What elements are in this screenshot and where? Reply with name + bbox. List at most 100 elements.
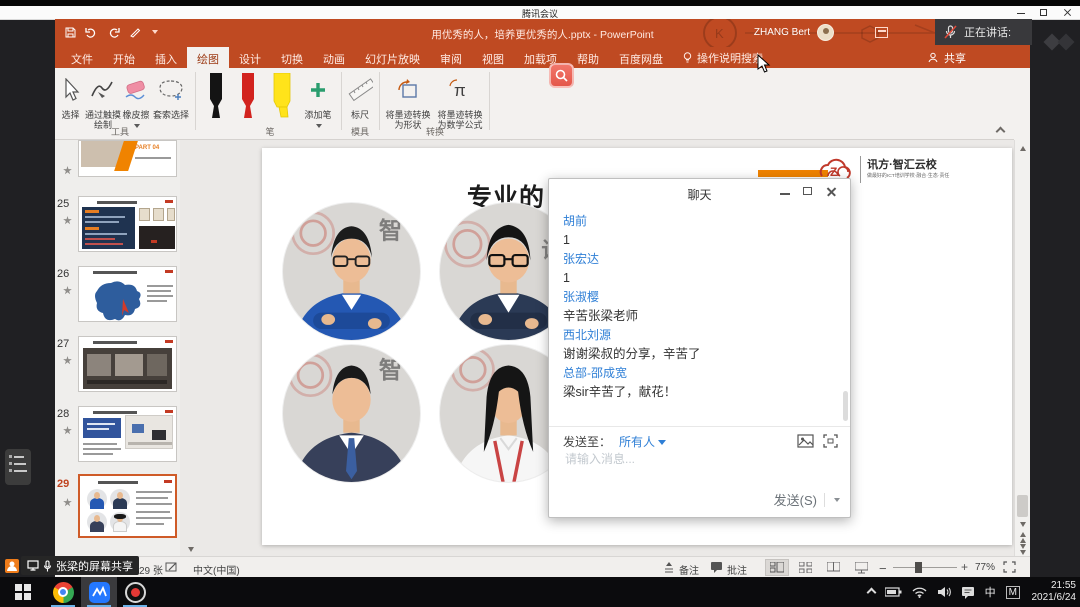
meeting-maximize-icon[interactable] [1039, 9, 1051, 17]
share-button[interactable]: 共享 [928, 47, 966, 68]
start-button[interactable] [0, 577, 45, 607]
thumbnail-slide-26[interactable] [78, 266, 177, 322]
tray-expand-icon[interactable] [866, 587, 876, 597]
lasso-select-tool[interactable]: 套索选择 [149, 72, 193, 120]
chat-divider [549, 426, 850, 427]
tab-baidu-netdisk[interactable]: 百度网盘 [609, 47, 673, 68]
add-pen-dropdown-icon[interactable] [316, 124, 322, 128]
account-name[interactable]: ZHANG Bert [754, 27, 810, 38]
next-slide-icon[interactable] [1017, 544, 1028, 555]
ink-to-shape-button[interactable]: 将墨迹转换为形状 [384, 72, 432, 130]
collapse-ribbon-icon[interactable] [996, 127, 1006, 137]
reading-view-button[interactable] [821, 559, 845, 576]
ribbon-display-options-icon[interactable] [875, 27, 888, 38]
tab-home[interactable]: 开始 [103, 47, 145, 68]
tab-draw[interactable]: 绘图 [187, 47, 229, 68]
eraser-tool[interactable]: 橡皮擦 [121, 72, 151, 130]
chat-message-list[interactable]: 胡前 1 张宏达 1 张淑樱 辛苦张梁老师 西北刘源 谢谢梁叔的分享，辛苦了 总… [563, 209, 830, 399]
wifi-icon[interactable] [912, 587, 927, 598]
ruler-tool[interactable]: 标尺 [346, 72, 374, 120]
taskbar-chrome-icon[interactable] [45, 577, 81, 607]
zoom-level[interactable]: 77% [975, 562, 995, 573]
zoom-slider-track[interactable] [893, 567, 957, 568]
svg-text:智: 智 [379, 357, 402, 383]
chat-titlebar[interactable]: 聊天 [549, 179, 850, 205]
normal-view-button[interactable] [765, 559, 789, 576]
slide-sorter-view-button[interactable] [793, 559, 817, 576]
tab-file[interactable]: 文件 [61, 47, 103, 68]
tab-design[interactable]: 设计 [229, 47, 271, 68]
send-image-icon[interactable] [797, 434, 814, 448]
baidu-search-float-icon[interactable] [549, 63, 574, 88]
slide-thumbnail-panel[interactable]: PART 04 25 [55, 140, 180, 556]
chat-message: 1 [563, 272, 830, 285]
chat-message-input[interactable] [563, 451, 763, 467]
ribbon-tab-bar: 文件 开始 插入 绘图 设计 切换 动画 幻灯片放映 审阅 视图 加载项 帮助 … [55, 47, 1030, 68]
language-status[interactable]: 中文(中国) [193, 562, 240, 577]
thumbnail-slide-27[interactable] [78, 336, 177, 392]
chat-close-icon[interactable] [826, 187, 840, 198]
pen-black[interactable] [203, 72, 229, 124]
chat-maximize-icon[interactable] [803, 187, 817, 198]
send-button[interactable]: 发送(S) [774, 490, 840, 509]
tab-review[interactable]: 审阅 [430, 47, 472, 68]
select-tool[interactable]: 选择 [57, 72, 84, 120]
notification-icon[interactable] [961, 586, 975, 599]
zoom-slider-thumb[interactable] [915, 562, 922, 573]
tab-view[interactable]: 视图 [472, 47, 514, 68]
taskbar-tencent-meeting-icon[interactable] [81, 577, 117, 607]
comments-button[interactable]: 批注 [727, 562, 747, 577]
chat-scrollbar-thumb[interactable] [843, 391, 848, 421]
slide-scrollbar[interactable] [1014, 140, 1030, 556]
tab-animations[interactable]: 动画 [313, 47, 355, 68]
pen-yellow-highlighter[interactable] [267, 72, 297, 124]
scrollbar-thumb[interactable] [1017, 495, 1028, 517]
ime-mode-indicator[interactable]: M [1006, 586, 1020, 599]
pen-red[interactable] [235, 72, 261, 124]
draw-with-touch-tool[interactable]: 通过触摸绘制 [85, 72, 121, 130]
thumbnail-slide-29-selected[interactable] [78, 474, 177, 538]
taskbar-recorder-icon[interactable] [117, 577, 153, 607]
thumbnail-slide-24[interactable]: PART 04 [78, 140, 177, 177]
previous-slide-icon[interactable] [1017, 532, 1028, 543]
accessibility-check-icon[interactable] [165, 561, 178, 573]
battery-icon[interactable] [885, 587, 902, 597]
scroll-down-icon[interactable] [1017, 519, 1028, 530]
tab-slideshow[interactable]: 幻灯片放映 [355, 47, 430, 68]
scroll-up-icon[interactable] [1017, 143, 1028, 154]
ime-language-indicator[interactable]: 中 [985, 584, 996, 600]
taskbar-clock[interactable]: 21:55 2021/6/24 [1032, 580, 1077, 604]
screen-share-status[interactable]: 张梁的屏幕共享 [21, 556, 139, 575]
ink-to-math-button[interactable]: π 将墨迹转换为数学公式 [434, 72, 486, 130]
thumbnail-scroll-down-icon[interactable] [188, 547, 194, 552]
chat-sender: 胡前 [563, 215, 830, 228]
mouse-cursor [757, 54, 771, 74]
notes-button[interactable]: 备注 [679, 562, 699, 577]
meeting-close-icon[interactable] [1062, 9, 1074, 17]
thumbnail-slide-25[interactable] [78, 196, 177, 252]
meeting-member-icon[interactable] [5, 559, 19, 573]
fit-slide-to-window-icon[interactable] [1003, 561, 1016, 573]
tab-transitions[interactable]: 切换 [271, 47, 313, 68]
send-to-dropdown-icon[interactable] [658, 440, 666, 445]
chat-message: 谢谢梁叔的分享，辛苦了 [563, 348, 830, 361]
screenshot-icon[interactable] [823, 434, 838, 448]
tab-help[interactable]: 帮助 [567, 47, 609, 68]
chat-minimize-icon[interactable] [780, 187, 794, 198]
thumbnail-slide-28[interactable] [78, 406, 177, 462]
speaker-icon[interactable] [937, 586, 951, 598]
svg-text:π: π [454, 81, 466, 100]
send-to-selector[interactable]: 所有人 [619, 435, 655, 449]
tab-insert[interactable]: 插入 [145, 47, 187, 68]
send-options-icon[interactable] [834, 498, 840, 502]
zoom-out-icon[interactable]: − [879, 561, 887, 576]
zoom-in-icon[interactable]: + [961, 560, 968, 574]
annotation-panel-float[interactable] [5, 449, 31, 485]
taskbar: 中 M 21:55 2021/6/24 [0, 577, 1080, 607]
yellow-highlighter-icon [271, 73, 293, 123]
meeting-minimize-icon[interactable] [1016, 9, 1028, 17]
touch-draw-icon [90, 78, 116, 102]
add-pen-button[interactable]: 添加笔 [303, 72, 333, 130]
account-avatar[interactable] [817, 24, 834, 41]
slideshow-view-button[interactable] [849, 559, 873, 576]
